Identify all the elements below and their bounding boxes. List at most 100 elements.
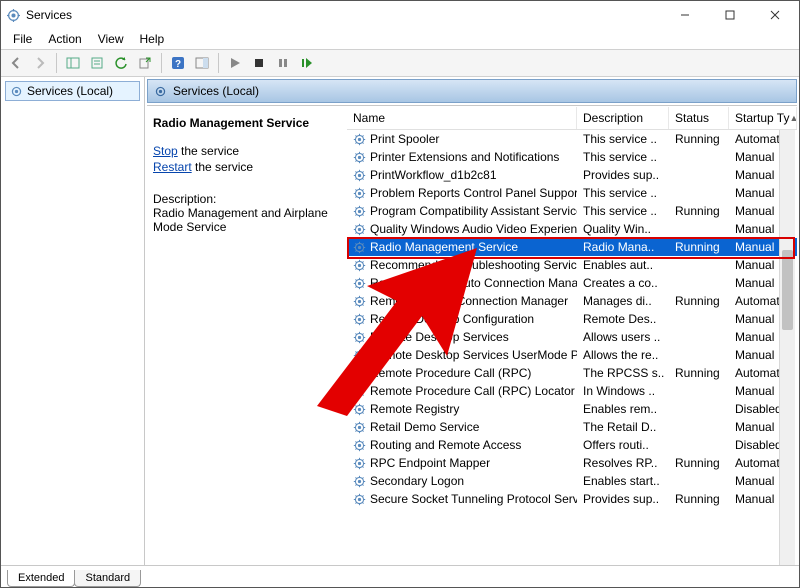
tree-item-services-local[interactable]: Services (Local) (5, 81, 140, 101)
start-service-button[interactable] (224, 52, 246, 74)
back-button[interactable] (5, 52, 27, 74)
table-row[interactable]: Remote RegistryEnables rem..Disabled (347, 400, 797, 418)
table-row[interactable]: Recommended Troubleshooting ServiceEnabl… (347, 256, 797, 274)
service-name: Remote Procedure Call (RPC) Locator (370, 384, 575, 398)
table-row[interactable]: Remote Procedure Call (RPC)The RPCSS s..… (347, 364, 797, 382)
service-description: Allows the re.. (577, 348, 669, 362)
service-icon (353, 475, 366, 488)
service-name: Program Compatibility Assistant Service (370, 204, 577, 218)
window-title: Services (26, 8, 72, 22)
table-row[interactable]: Program Compatibility Assistant ServiceT… (347, 202, 797, 220)
service-description: This service .. (577, 204, 669, 218)
service-icon (353, 403, 366, 416)
stop-suffix: the service (178, 144, 239, 158)
service-name: Routing and Remote Access (370, 438, 521, 452)
table-row[interactable]: Remote Access Connection ManagerManages … (347, 292, 797, 310)
table-row[interactable]: Remote Desktop ServicesAllows users ..Ma… (347, 328, 797, 346)
table-row[interactable]: Routing and Remote AccessOffers routi..D… (347, 436, 797, 454)
service-description: Resolves RP.. (577, 456, 669, 470)
column-description[interactable]: Description (577, 107, 669, 129)
service-status: Running (669, 132, 729, 146)
service-description: Provides sup.. (577, 492, 669, 506)
service-icon (353, 385, 366, 398)
pause-service-button[interactable] (272, 52, 294, 74)
list-header: Name Description Status Startup Ty▲ (347, 106, 797, 130)
menu-view[interactable]: View (90, 30, 132, 48)
restart-suffix: the service (192, 160, 253, 174)
service-name: PrintWorkflow_d1b2c81 (370, 168, 497, 182)
table-row[interactable]: Remote Access Auto Connection Mana..Crea… (347, 274, 797, 292)
service-name: Remote Desktop Services (370, 330, 509, 344)
service-description: In Windows .. (577, 384, 669, 398)
service-icon (353, 439, 366, 452)
panel-header: Services (Local) (147, 79, 797, 103)
service-icon (353, 205, 366, 218)
table-row[interactable]: Print SpoolerThis service ..RunningAutom… (347, 130, 797, 148)
refresh-button[interactable] (110, 52, 132, 74)
service-icon (353, 223, 366, 236)
service-icon (353, 313, 366, 326)
menu-action[interactable]: Action (40, 30, 89, 48)
menu-file[interactable]: File (5, 30, 40, 48)
toolbar-separator (218, 53, 219, 73)
help-button[interactable]: ? (167, 52, 189, 74)
service-description: Creates a co.. (577, 276, 669, 290)
gear-icon (10, 85, 23, 98)
properties-button[interactable] (86, 52, 108, 74)
table-row[interactable]: PrintWorkflow_d1b2c81Provides sup..Manua… (347, 166, 797, 184)
service-description: Allows users .. (577, 330, 669, 344)
service-status: Running (669, 492, 729, 506)
table-row[interactable]: Retail Demo ServiceThe Retail D..Manual (347, 418, 797, 436)
table-row[interactable]: Quality Windows Audio Video Experien..Qu… (347, 220, 797, 238)
table-row[interactable]: Secondary LogonEnables start..Manual (347, 472, 797, 490)
tab-extended[interactable]: Extended (7, 570, 75, 587)
table-row[interactable]: Secure Socket Tunneling Protocol Service… (347, 490, 797, 508)
restart-service-button[interactable] (296, 52, 318, 74)
show-hide-tree-button[interactable] (62, 52, 84, 74)
column-status[interactable]: Status (669, 107, 729, 129)
column-startup[interactable]: Startup Ty▲ (729, 107, 797, 129)
description-label: Description: (153, 192, 341, 206)
table-row[interactable]: Radio Management ServiceRadio Mana..Runn… (347, 238, 797, 256)
scrollbar-thumb[interactable] (782, 250, 793, 330)
restart-link[interactable]: Restart (153, 160, 192, 174)
service-name: Remote Access Auto Connection Mana.. (370, 276, 577, 290)
table-row[interactable]: Remote Desktop Services UserMode Po..All… (347, 346, 797, 364)
table-row[interactable]: Problem Reports Control Panel SupportThi… (347, 184, 797, 202)
services-app-icon (7, 9, 20, 22)
stop-link[interactable]: Stop (153, 144, 178, 158)
table-row[interactable]: Remote Procedure Call (RPC) LocatorIn Wi… (347, 382, 797, 400)
service-icon (353, 169, 366, 182)
table-row[interactable]: Remote Desktop ConfigurationRemote Des..… (347, 310, 797, 328)
service-name: Quality Windows Audio Video Experien.. (370, 222, 577, 236)
minimize-button[interactable] (662, 1, 707, 29)
vertical-scrollbar[interactable] (779, 130, 795, 565)
service-description: Enables start.. (577, 474, 669, 488)
service-status: Running (669, 366, 729, 380)
service-name: Secure Socket Tunneling Protocol Service (370, 492, 577, 506)
maximize-button[interactable] (707, 1, 752, 29)
stop-service-button[interactable] (248, 52, 270, 74)
service-icon (353, 331, 366, 344)
forward-button[interactable] (29, 52, 51, 74)
service-name: Remote Registry (370, 402, 459, 416)
selected-service-title: Radio Management Service (153, 116, 341, 130)
service-icon (353, 367, 366, 380)
action-pane-button[interactable] (191, 52, 213, 74)
tree-item-label: Services (Local) (27, 84, 113, 98)
service-name: Recommended Troubleshooting Service (370, 258, 577, 272)
service-status: Running (669, 456, 729, 470)
menu-help[interactable]: Help (132, 30, 173, 48)
service-name: Printer Extensions and Notifications (370, 150, 559, 164)
service-description: Provides sup.. (577, 168, 669, 182)
close-button[interactable] (752, 1, 797, 29)
service-icon (353, 133, 366, 146)
service-description: The Retail D.. (577, 420, 669, 434)
export-button[interactable] (134, 52, 156, 74)
table-row[interactable]: RPC Endpoint MapperResolves RP..RunningA… (347, 454, 797, 472)
column-name[interactable]: Name (347, 107, 577, 129)
table-row[interactable]: Printer Extensions and NotificationsThis… (347, 148, 797, 166)
service-description: Enables aut.. (577, 258, 669, 272)
tab-standard[interactable]: Standard (74, 570, 141, 587)
service-icon (353, 349, 366, 362)
